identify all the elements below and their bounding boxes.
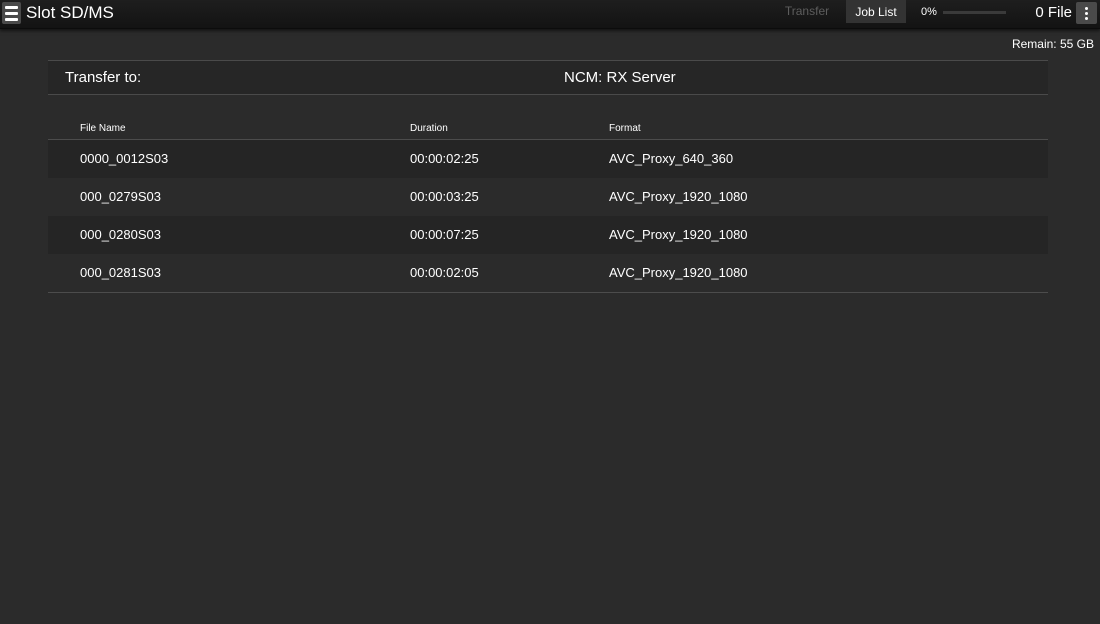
file-name: 000_0280S03	[80, 227, 161, 242]
table-row[interactable]: 000_0280S03 00:00:07:25 AVC_Proxy_1920_1…	[48, 216, 1048, 254]
table-header: File Name Duration Format	[48, 118, 1048, 140]
tab-job-list[interactable]: Job List	[846, 0, 906, 23]
duration: 00:00:03:25	[410, 189, 479, 204]
duration: 00:00:02:25	[410, 151, 479, 166]
table-row[interactable]: 000_0279S03 00:00:03:25 AVC_Proxy_1920_1…	[48, 178, 1048, 216]
destination-label: Transfer to:	[65, 69, 142, 86]
format: AVC_Proxy_1920_1080	[609, 227, 748, 242]
progress-percent: 0%	[921, 6, 937, 18]
column-header-format: Format	[609, 123, 641, 134]
column-header-file-name: File Name	[80, 123, 126, 134]
column-header-duration: Duration	[410, 123, 448, 134]
format: AVC_Proxy_640_360	[609, 151, 734, 166]
duration: 00:00:02:05	[410, 265, 479, 280]
destination-value: NCM: RX Server	[564, 69, 676, 86]
table-row[interactable]: 0000_0012S03 00:00:02:25 AVC_Proxy_640_3…	[48, 140, 1048, 178]
table-row[interactable]: 000_0281S03 00:00:02:05 AVC_Proxy_1920_1…	[48, 254, 1048, 292]
file-name: 000_0279S03	[80, 189, 161, 204]
vertical-dots-icon[interactable]	[1076, 2, 1097, 24]
file-name: 0000_0012S03	[80, 151, 169, 166]
destination-bar[interactable]: Transfer to: NCM: RX Server	[48, 60, 1048, 95]
hamburger-menu-icon[interactable]	[2, 2, 21, 24]
file-table: File Name Duration Format 0000_0012S03 0…	[48, 118, 1048, 293]
app-title: Slot SD/MS	[26, 3, 114, 22]
remaining-space: Remain: 55 GB	[1011, 37, 1094, 51]
tab-transfer[interactable]: Transfer	[776, 0, 838, 22]
top-bar: Slot SD/MS Transfer Job List 0% 0 File	[0, 0, 1100, 29]
progress-bar	[943, 11, 1006, 14]
format: AVC_Proxy_1920_1080	[609, 265, 748, 280]
file-count: 0 File	[1035, 4, 1072, 21]
table-bottom-divider	[48, 292, 1048, 293]
format: AVC_Proxy_1920_1080	[609, 189, 748, 204]
file-name: 000_0281S03	[80, 265, 161, 280]
duration: 00:00:07:25	[410, 227, 479, 242]
